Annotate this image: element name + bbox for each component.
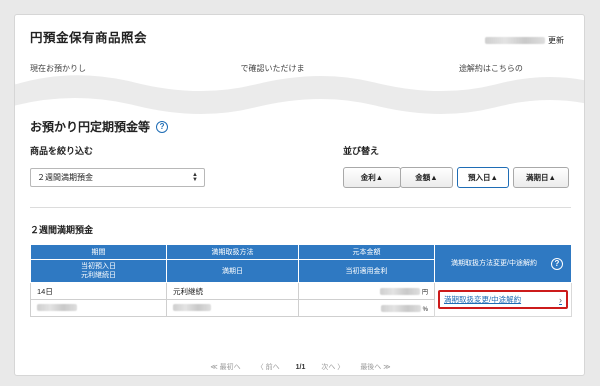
- section-title-text: お預かり円定期預金等: [30, 120, 151, 134]
- chevron-right-icon: ›: [559, 294, 562, 305]
- updated-label: 更新: [548, 36, 564, 45]
- pager-current: 1/1: [295, 363, 306, 371]
- pager-first[interactable]: ≪ 最初へ: [210, 362, 240, 372]
- percent-unit: %: [422, 306, 428, 313]
- cell-principal: 円: [298, 282, 435, 300]
- filter-label: 商品を絞り込む: [30, 146, 94, 156]
- header-initial-rate: 当初適用金利: [298, 259, 435, 283]
- yen-unit: 円: [421, 289, 428, 296]
- header-change-action-text: 満期取扱方法変更/中途解約: [451, 260, 537, 267]
- header-principal: 元本金額: [298, 244, 435, 260]
- redacted-rate: [380, 305, 421, 313]
- product-title: ２週間満期預金: [30, 225, 94, 235]
- torn-cut-divider: [15, 72, 584, 118]
- header-maturity-date: 満期日: [166, 259, 299, 283]
- header-initial-deposit-date: 当初預入日: [81, 263, 116, 270]
- header-dates: 当初預入日 元利継続日: [30, 259, 167, 283]
- redacted-date: [37, 303, 77, 311]
- holdings-card: 円預金保有商品照会 更新 現在お預かりし で確認いただけま 途解約はこちらの お…: [14, 14, 585, 376]
- product-filter-value: ２週間満期預金: [37, 173, 93, 182]
- table-row: 14日 元利継続 円 満期取扱変更/中途解約 ›: [30, 282, 572, 317]
- header-maturity-method: 満期取扱方法: [166, 244, 299, 260]
- sort-maturity-date-button[interactable]: 満期日▲: [513, 167, 569, 188]
- sort-rate-button[interactable]: 金利▲: [343, 167, 401, 188]
- maturity-change-link[interactable]: 満期取扱変更/中途解約 ›: [438, 290, 568, 309]
- header-change-action: 満期取扱方法変更/中途解約 ?: [434, 244, 572, 283]
- pager-next[interactable]: 次へ 〉: [321, 362, 344, 372]
- sort-deposit-date-button[interactable]: 預入日▲: [457, 167, 509, 188]
- product-filter-select[interactable]: ２週間満期預金 ▲ ▼: [30, 168, 205, 187]
- section-title: お預かり円定期預金等 ?: [30, 118, 169, 135]
- deposit-table: 期間 満期取扱方法 元本金額 満期取扱方法変更/中途解約 ? 当初預入日 元利継…: [30, 244, 572, 317]
- section-divider: [30, 207, 571, 208]
- help-icon-table[interactable]: ?: [551, 257, 563, 270]
- page-title: 円預金保有商品照会: [30, 31, 148, 45]
- redacted-timestamp: [485, 37, 545, 44]
- cell-dates: [30, 299, 167, 317]
- help-icon[interactable]: ?: [156, 120, 169, 133]
- sort-amount-button[interactable]: 金額▲: [400, 167, 453, 188]
- redacted-principal: [379, 288, 420, 296]
- updated-timestamp: 更新: [485, 35, 564, 46]
- redacted-maturity-date: [173, 303, 211, 311]
- pager-last[interactable]: 最後へ ≫: [360, 362, 390, 372]
- maturity-change-link-label: 満期取扱変更/中途解約: [444, 295, 522, 304]
- cell-period: 14日: [30, 282, 167, 300]
- cell-initial-rate: %: [298, 299, 435, 317]
- cell-change-action: 満期取扱変更/中途解約 ›: [434, 282, 572, 317]
- pager-prev[interactable]: 〈 前へ: [257, 362, 280, 372]
- select-arrows-icon: ▲ ▼: [192, 171, 198, 183]
- pagination: ≪ 最初へ 〈 前へ 1/1 次へ 〉 最後へ ≫: [15, 362, 584, 372]
- sort-label: 並び替え: [343, 146, 380, 156]
- cell-maturity-method: 元利継続: [166, 282, 299, 300]
- header-period: 期間: [30, 244, 167, 260]
- cell-maturity-date: [166, 299, 299, 317]
- header-renewal-date: 元利継続日: [81, 272, 116, 279]
